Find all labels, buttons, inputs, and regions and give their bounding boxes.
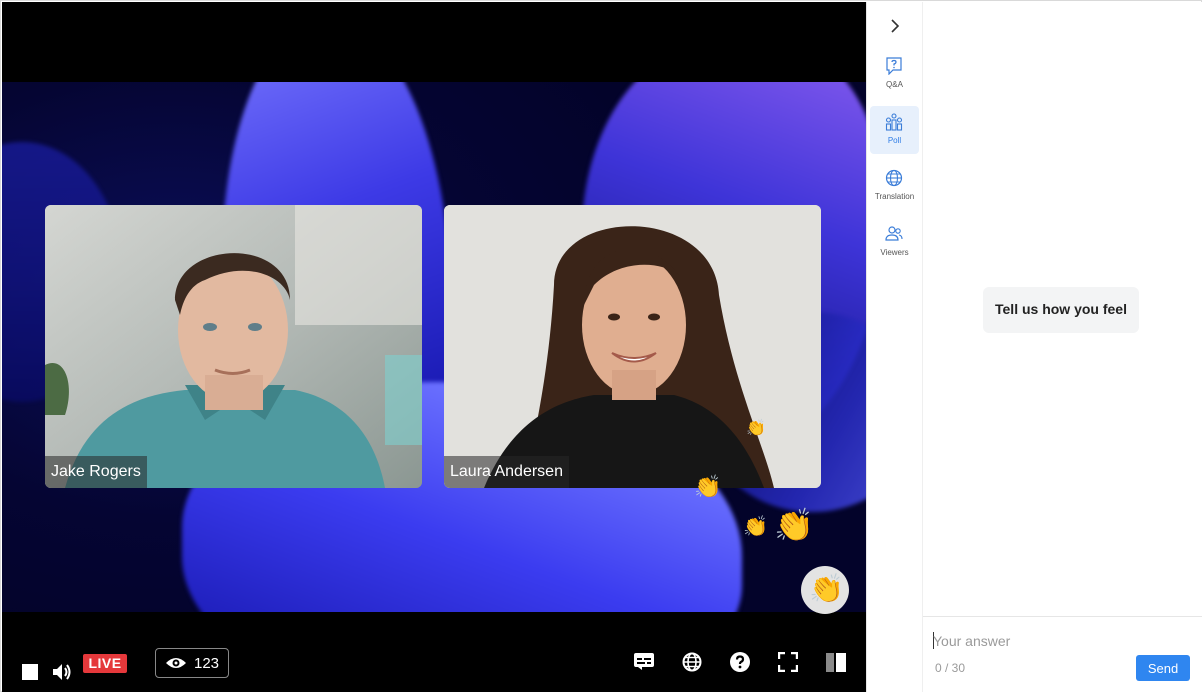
video-player[interactable]: Jake Rogers Laura Andersen 👏 👏 👏 👏 👏 LIV… bbox=[2, 2, 866, 692]
rail-item-qa[interactable]: Q&A bbox=[870, 50, 919, 98]
clap-icon: 👏 bbox=[809, 573, 844, 604]
clap-reaction-button[interactable]: 👏 bbox=[801, 566, 849, 614]
clap-reaction-icon: 👏 bbox=[774, 507, 814, 543]
poll-icon bbox=[885, 113, 903, 131]
rail-item-poll[interactable]: Poll bbox=[870, 106, 919, 154]
poll-panel: Tell us how you feel 0 / 30 Send bbox=[923, 2, 1202, 692]
character-counter: 0 / 30 bbox=[935, 661, 966, 675]
answer-composer: 0 / 30 Send bbox=[923, 616, 1202, 692]
globe-icon[interactable] bbox=[682, 652, 702, 672]
rail-item-label: Translation bbox=[874, 192, 915, 201]
viewer-count: 123 bbox=[194, 655, 220, 672]
poll-prompt: Tell us how you feel bbox=[983, 287, 1139, 333]
participant-tile-jake: Jake Rogers bbox=[45, 205, 422, 488]
participant-video-laura bbox=[444, 205, 821, 488]
participant-name-laura: Laura Andersen bbox=[444, 456, 569, 488]
send-button[interactable]: Send bbox=[1136, 655, 1190, 681]
rail-item-label: Viewers bbox=[880, 248, 909, 257]
app-window: Jake Rogers Laura Andersen 👏 👏 👏 👏 👏 LIV… bbox=[0, 0, 1202, 692]
video-stage: Jake Rogers Laura Andersen 👏 👏 👏 👏 bbox=[2, 82, 866, 612]
question-icon bbox=[886, 57, 902, 75]
clap-reaction-icon: 👏 bbox=[694, 474, 722, 499]
answer-input[interactable] bbox=[933, 631, 1123, 651]
eye-icon bbox=[166, 658, 186, 668]
stop-button[interactable] bbox=[22, 664, 38, 680]
captions-icon[interactable] bbox=[634, 653, 654, 670]
side-rail: Q&A Poll Translation Viewers bbox=[866, 2, 923, 692]
globe-icon bbox=[885, 169, 903, 187]
volume-icon[interactable] bbox=[52, 663, 72, 681]
rail-item-label: Poll bbox=[887, 136, 902, 145]
participant-name-jake: Jake Rogers bbox=[45, 456, 147, 488]
viewers-icon bbox=[885, 226, 903, 241]
live-badge: LIVE bbox=[83, 654, 127, 673]
chevron-right-icon[interactable] bbox=[889, 19, 901, 33]
rail-item-translation[interactable]: Translation bbox=[870, 162, 919, 210]
panel-toggle-icon[interactable] bbox=[826, 653, 846, 672]
clap-reaction-icon: 👏 bbox=[743, 516, 768, 538]
participant-tile-laura: Laura Andersen bbox=[444, 205, 821, 488]
rail-item-label: Q&A bbox=[886, 80, 903, 89]
fullscreen-icon[interactable] bbox=[778, 652, 798, 672]
viewer-count-badge: 123 bbox=[155, 648, 229, 678]
clap-reaction-icon: 👏 bbox=[746, 420, 766, 437]
help-icon[interactable] bbox=[730, 652, 750, 672]
rail-item-viewers[interactable]: Viewers bbox=[870, 218, 919, 266]
participant-video-jake bbox=[45, 205, 422, 488]
